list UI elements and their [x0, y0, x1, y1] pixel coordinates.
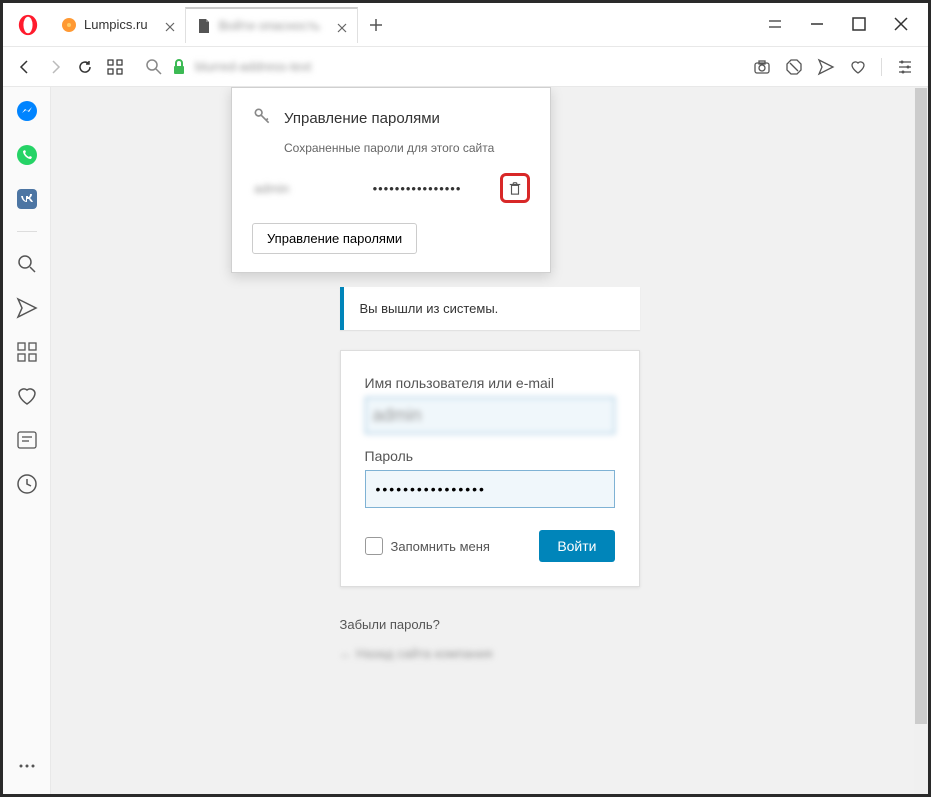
whatsapp-icon[interactable]	[15, 143, 39, 167]
speed-dial-sidebar-icon[interactable]	[15, 340, 39, 364]
saved-username: admin	[254, 181, 334, 196]
delete-password-button[interactable]	[500, 173, 530, 203]
adblock-icon[interactable]	[785, 58, 803, 76]
maximize-button[interactable]	[850, 15, 868, 33]
opera-logo-icon[interactable]	[17, 14, 39, 36]
login-submit-button[interactable]: Войти	[539, 530, 614, 562]
reload-button[interactable]	[77, 59, 93, 75]
logout-alert: Вы вышли из системы.	[340, 287, 640, 330]
search-icon[interactable]	[145, 58, 163, 76]
password-label: Пароль	[365, 448, 615, 464]
scrollbar[interactable]	[914, 87, 928, 794]
news-icon[interactable]	[15, 428, 39, 452]
search-sidebar-icon[interactable]	[15, 252, 39, 276]
remember-me[interactable]: Запомнить меня	[365, 537, 490, 555]
history-icon[interactable]	[15, 472, 39, 496]
easy-setup-icon[interactable]	[896, 58, 914, 76]
tab-label: Lumpics.ru	[84, 17, 148, 32]
password-input[interactable]	[365, 470, 615, 508]
address-text[interactable]: blurred-address-text	[195, 59, 311, 74]
back-to-site-link[interactable]: ← Назад сайта компания	[340, 646, 640, 661]
remember-label: Запомнить меня	[391, 539, 490, 554]
password-manager-popup: Управление паролями Сохраненные пароли д…	[231, 87, 551, 273]
forgot-password-link[interactable]: Забыли пароль?	[340, 617, 640, 632]
manage-passwords-button[interactable]: Управление паролями	[252, 223, 417, 254]
snapshot-icon[interactable]	[753, 58, 771, 76]
page-favicon-icon	[196, 18, 212, 34]
minimize-button[interactable]	[808, 15, 826, 33]
close-button[interactable]	[892, 15, 910, 33]
sidebar-more-icon[interactable]	[15, 754, 39, 778]
tab-active[interactable]: Войти опасность	[185, 7, 359, 43]
popup-title: Управление паролями	[284, 110, 440, 127]
lumpics-favicon-icon	[61, 17, 77, 33]
send-icon[interactable]	[817, 58, 835, 76]
username-label: Имя пользователя или e-mail	[365, 375, 615, 391]
browser-sidebar	[3, 87, 51, 794]
add-tab-button[interactable]	[362, 11, 390, 39]
window-controls-icon[interactable]	[766, 15, 784, 33]
tab-lumpics[interactable]: Lumpics.ru	[51, 7, 185, 43]
messenger-icon[interactable]	[15, 99, 39, 123]
bookmarks-icon[interactable]	[15, 384, 39, 408]
tab-close-icon[interactable]	[337, 21, 347, 31]
tab-label: Войти опасность	[219, 18, 321, 33]
nav-forward-button[interactable]	[47, 59, 63, 75]
popup-subtitle: Сохраненные пароли для этого сайта	[284, 141, 530, 155]
username-input[interactable]	[365, 397, 615, 434]
browser-toolbar: blurred-address-text	[3, 47, 928, 87]
nav-back-button[interactable]	[17, 59, 33, 75]
page-content: Управление паролями Сохраненные пароли д…	[51, 87, 928, 794]
flow-icon[interactable]	[15, 296, 39, 320]
padlock-icon[interactable]	[170, 58, 188, 76]
tab-close-icon[interactable]	[165, 20, 175, 30]
speed-dial-button[interactable]	[107, 59, 123, 75]
heart-icon[interactable]	[849, 58, 867, 76]
saved-password-dots: ••••••••••••••••	[334, 181, 500, 196]
login-form: Имя пользователя или e-mail Пароль Запом…	[340, 350, 640, 587]
vk-icon[interactable]	[15, 187, 39, 211]
remember-checkbox[interactable]	[365, 537, 383, 555]
key-icon	[252, 106, 272, 131]
